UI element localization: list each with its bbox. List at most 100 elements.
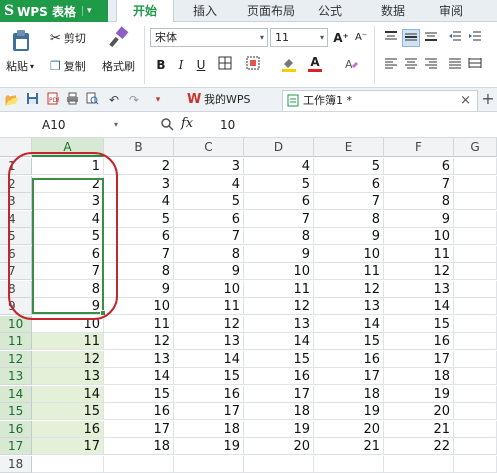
grid-cell[interactable]	[454, 455, 497, 473]
grid-cell[interactable]: 13	[244, 315, 314, 333]
row-header[interactable]: 2	[0, 175, 32, 193]
format-painter-button[interactable]: 格式刷	[102, 58, 135, 74]
grid-cell[interactable]: 15	[174, 368, 244, 385]
align-center-icon[interactable]	[402, 56, 420, 74]
column-header-g[interactable]: G	[454, 138, 497, 157]
grid-cell[interactable]: 18	[384, 368, 454, 385]
name-box[interactable]: A10 ▾	[0, 115, 122, 135]
align-left-icon[interactable]	[382, 56, 400, 74]
grid-cell[interactable]: 7	[32, 263, 104, 280]
borders-icon[interactable]	[216, 56, 234, 74]
grid-cell[interactable]	[454, 280, 497, 298]
grid-cell[interactable]: 3	[104, 175, 174, 193]
grid-cell[interactable]: 15	[32, 403, 104, 420]
fill-handle[interactable]	[100, 310, 106, 316]
grid-cell[interactable]: 8	[314, 210, 384, 228]
grid-cell[interactable]: 2	[104, 158, 174, 175]
grid-cell[interactable]: 13	[104, 350, 174, 368]
grid-cell[interactable]: 10	[314, 245, 384, 263]
grid-cell[interactable]: 6	[174, 210, 244, 228]
grid-cell[interactable]: 10	[384, 228, 454, 245]
column-header-d[interactable]: D	[244, 138, 314, 157]
increase-font-button[interactable]: A⁺	[332, 29, 350, 47]
grid-cell[interactable]: 13	[384, 280, 454, 298]
grid-cell[interactable]: 4	[174, 175, 244, 193]
format-painter-icon[interactable]	[108, 26, 130, 48]
merge-cells-icon[interactable]	[244, 56, 262, 74]
redo-icon[interactable]: ↷	[126, 92, 142, 108]
align-right-icon[interactable]	[422, 56, 440, 74]
grid-cell[interactable]: 14	[384, 298, 454, 315]
row-header[interactable]: 8	[0, 280, 32, 298]
grid-cell[interactable]: 19	[314, 403, 384, 420]
grid-cell[interactable]: 17	[32, 438, 104, 455]
grid-cell[interactable]: 15	[314, 333, 384, 350]
grid-cell[interactable]: 19	[244, 420, 314, 438]
grid-cell[interactable]: 9	[104, 280, 174, 298]
indent-decrease-icon[interactable]	[446, 29, 464, 47]
grid-cell[interactable]: 6	[314, 175, 384, 193]
grid-cell[interactable]	[244, 455, 314, 473]
grid-cell[interactable]: 12	[384, 263, 454, 280]
grid-cell[interactable]: 12	[174, 315, 244, 333]
font-color-button[interactable]: A	[306, 55, 324, 73]
grid-cell[interactable]: 11	[244, 280, 314, 298]
grid-cell[interactable]: 18	[314, 385, 384, 403]
grid-cell[interactable]	[454, 350, 497, 368]
grid-cell[interactable]: 22	[384, 438, 454, 455]
grid-cell[interactable]: 7	[174, 228, 244, 245]
grid-cell[interactable]: 16	[32, 420, 104, 438]
grid-cell[interactable]: 9	[244, 245, 314, 263]
close-tab-icon[interactable]: ×	[460, 91, 471, 111]
column-header-f[interactable]: F	[384, 138, 454, 157]
grid-cell[interactable]	[454, 158, 497, 175]
grid-cell[interactable]: 11	[314, 263, 384, 280]
align-middle-icon[interactable]	[402, 29, 420, 47]
grid-cell[interactable]	[454, 385, 497, 403]
bold-button[interactable]: B	[152, 56, 170, 74]
grid-cell[interactable]: 15	[104, 385, 174, 403]
grid-cell[interactable]: 21	[314, 438, 384, 455]
font-size-select[interactable]: 11 ▾	[270, 28, 328, 47]
grid-cell[interactable]: 7	[314, 193, 384, 210]
grid-cell[interactable]: 7	[384, 175, 454, 193]
tab-page-layout[interactable]: 页面布局	[236, 0, 306, 22]
fill-color-icon[interactable]	[280, 56, 298, 74]
grid-cell[interactable]: 11	[384, 245, 454, 263]
grid-cell[interactable]: 16	[314, 350, 384, 368]
grid-cell[interactable]: 18	[104, 438, 174, 455]
row-header[interactable]: 18	[0, 455, 32, 473]
grid-cell[interactable]: 8	[174, 245, 244, 263]
align-bottom-icon[interactable]	[422, 29, 440, 47]
undo-icon[interactable]: ↶	[106, 92, 122, 108]
indent-increase-icon[interactable]	[466, 29, 484, 47]
tab-formulas[interactable]: 公式	[310, 0, 350, 22]
zoom-icon[interactable]	[160, 117, 174, 134]
grid-cell[interactable]: 16	[174, 385, 244, 403]
column-header-e[interactable]: E	[314, 138, 384, 157]
grid-cell[interactable]: 5	[244, 175, 314, 193]
tab-home[interactable]: 开始	[116, 0, 174, 23]
grid-cell[interactable]	[454, 228, 497, 245]
grid-cell[interactable]: 18	[244, 403, 314, 420]
grid-cell[interactable]: 20	[384, 403, 454, 420]
grid-cell[interactable]: 17	[104, 420, 174, 438]
grid-cell[interactable]: 20	[244, 438, 314, 455]
grid-cell[interactable]: 8	[104, 263, 174, 280]
grid-cell[interactable]: 6	[384, 158, 454, 175]
grid-cell[interactable]: 16	[384, 333, 454, 350]
grid-cell[interactable]: 11	[174, 298, 244, 315]
cut-button[interactable]: ✂ 剪切	[50, 30, 86, 46]
row-header[interactable]: 3	[0, 193, 32, 210]
grid-cell[interactable]	[454, 315, 497, 333]
grid-cell[interactable]: 17	[174, 403, 244, 420]
tab-data[interactable]: 数据	[370, 0, 416, 22]
select-all-corner[interactable]	[0, 138, 32, 157]
tab-insert[interactable]: 插入	[180, 0, 230, 22]
grid-cell[interactable]	[384, 455, 454, 473]
row-header[interactable]: 9	[0, 298, 32, 315]
grid-cell[interactable]: 9	[384, 210, 454, 228]
paste-icon[interactable]	[10, 28, 34, 54]
grid-cell[interactable]	[454, 298, 497, 315]
grid-cell[interactable]: 12	[314, 280, 384, 298]
